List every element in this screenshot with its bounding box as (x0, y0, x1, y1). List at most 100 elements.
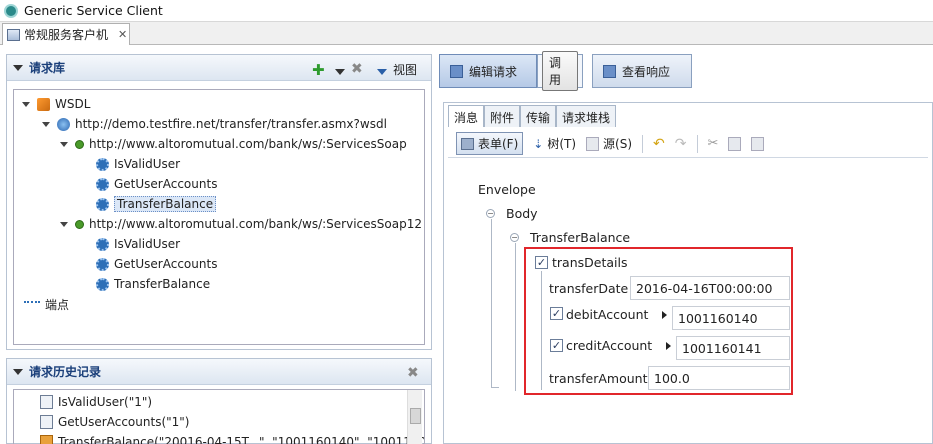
tree-label: TransferBalance (114, 196, 217, 212)
operation-icon (96, 237, 109, 251)
add-icon[interactable]: ✚ (312, 61, 325, 79)
tree-node-endpoints[interactable]: 端点 (24, 294, 69, 314)
tree-node-operation[interactable]: IsValidUser (96, 234, 180, 254)
source-icon (586, 136, 600, 151)
expand-icon[interactable] (22, 101, 30, 107)
step-view-response[interactable]: 查看响应 (592, 54, 692, 88)
expand-icon[interactable] (60, 221, 68, 227)
highlight-box (524, 247, 793, 395)
window-title: Generic Service Client (24, 3, 163, 18)
operation-icon (96, 177, 109, 191)
redo-icon[interactable]: ↷ (675, 136, 687, 152)
copy-icon[interactable] (728, 136, 742, 151)
form-view-button[interactable]: 表单(F) (456, 132, 524, 155)
tab-transport[interactable]: 传输 (520, 105, 557, 127)
history-list: IsValidUser("1") GetUserAccounts("1") Tr… (13, 389, 425, 444)
tree-label: GetUserAccounts (114, 257, 218, 271)
source-view-label: 源(S) (603, 137, 633, 151)
tree-label: WSDL (55, 97, 91, 111)
invoke-button[interactable]: 调用 (542, 51, 578, 91)
tree-label: TransferBalance (114, 277, 211, 291)
tab-attachments[interactable]: 附件 (484, 105, 521, 127)
operation-icon (96, 277, 109, 291)
endpoint-icon (24, 301, 40, 307)
history-label: GetUserAccounts("1") (58, 415, 190, 429)
toolbar-separator (642, 134, 644, 153)
tree-node-wsdl-url[interactable]: http://demo.testfire.net/transfer/transf… (42, 114, 387, 134)
step-edit-request[interactable]: 编辑请求 (439, 54, 537, 88)
service-icon (57, 117, 70, 131)
request-library-header: 请求库 ✚ ✖ 视图 (7, 55, 431, 81)
request-history-title: 请求历史记录 (29, 365, 102, 379)
operation-label: TransferBalance (530, 230, 631, 245)
expand-icon[interactable] (42, 121, 50, 127)
app-icon (4, 3, 18, 18)
delete-icon[interactable]: ✖ (407, 365, 419, 381)
tab-request-stack[interactable]: 请求堆栈 (556, 105, 617, 127)
tab-generic-service-client[interactable]: 常规服务客户机 ✕ (2, 23, 130, 45)
history-label: TransferBalance("20016-04-15T...", "1001… (58, 435, 425, 444)
client-icon (7, 28, 20, 41)
tree-node-operation[interactable]: GetUserAccounts (96, 254, 217, 274)
history-label: IsValidUser("1") (58, 395, 153, 409)
tree-label: http://demo.testfire.net/transfer/transf… (75, 117, 387, 131)
envelope-label: Envelope (478, 182, 536, 197)
delete-icon[interactable]: ✖ (351, 61, 363, 77)
window-titlebar: Generic Service Client (0, 0, 933, 22)
cut-icon[interactable]: ✂ (708, 136, 719, 151)
close-icon[interactable]: ✕ (118, 28, 127, 41)
tree-node-endpoint-soap12[interactable]: http://www.altoromutual.com/bank/ws/:Ser… (60, 214, 422, 234)
operation-icon (96, 197, 109, 211)
tree-view-label: 树(T) (547, 137, 577, 151)
view-toolbar: 表单(F) ⇣ 树(T) 源(S) ↶ ↷ ✂ (448, 130, 928, 158)
view-response-icon (603, 64, 616, 78)
tree-view-button[interactable]: ⇣ 树(T) (533, 135, 576, 152)
scrollbar-thumb[interactable] (410, 408, 421, 424)
error-request-icon (40, 435, 53, 444)
undo-icon[interactable]: ↶ (653, 136, 665, 152)
tree-label: 端点 (45, 297, 70, 312)
collapse-operation-icon[interactable]: − (510, 233, 519, 242)
tree-node-endpoint-soap[interactable]: http://www.altoromutual.com/bank/ws/:Ser… (60, 134, 407, 154)
tree-guide (491, 219, 492, 387)
view-menu-chevron-icon[interactable] (377, 69, 387, 75)
operation-icon (96, 157, 109, 171)
edit-request-icon (450, 64, 463, 78)
tree-guide (491, 387, 499, 388)
add-menu-chevron-icon[interactable] (335, 69, 345, 75)
toolbar-separator (696, 134, 698, 153)
request-icon (40, 395, 53, 409)
tree-label: http://www.altoromutual.com/bank/ws/:Ser… (89, 137, 407, 151)
editor-tabstrip: 常规服务客户机 ✕ (0, 22, 933, 45)
paste-icon[interactable] (751, 136, 765, 151)
tree-node-wsdl[interactable]: WSDL (22, 94, 90, 114)
form-icon (461, 137, 474, 150)
request-icon (40, 415, 53, 429)
request-history-header: 请求历史记录 ✖ (7, 359, 431, 385)
list-item[interactable]: IsValidUser("1") (40, 392, 152, 412)
collapse-body-icon[interactable]: − (486, 209, 495, 218)
request-history-panel: 请求历史记录 ✖ IsValidUser("1") GetUserAccount… (6, 358, 432, 444)
step-invoke[interactable]: 调用 (537, 51, 583, 91)
port-icon (75, 139, 84, 149)
tree-node-operation-selected[interactable]: TransferBalance (96, 194, 217, 214)
tree-icon: ⇣ (533, 136, 544, 151)
tree-node-operation[interactable]: TransferBalance (96, 274, 210, 294)
wsdl-icon (37, 97, 50, 111)
source-view-button[interactable]: 源(S) (586, 135, 632, 152)
expand-icon[interactable] (60, 141, 68, 147)
operation-icon (96, 257, 109, 271)
view-menu-label[interactable]: 视图 (393, 61, 417, 78)
body-label: Body (506, 206, 538, 221)
history-scrollbar[interactable] (407, 390, 422, 444)
tab-message[interactable]: 消息 (448, 105, 485, 127)
tree-label: GetUserAccounts (114, 177, 218, 191)
collapse-icon[interactable] (13, 64, 23, 71)
list-item[interactable]: GetUserAccounts("1") (40, 412, 189, 432)
tree-guide (515, 243, 516, 391)
tree-node-operation[interactable]: GetUserAccounts (96, 174, 217, 194)
tab-label: 常规服务客户机 (24, 28, 109, 42)
tree-node-operation[interactable]: IsValidUser (96, 154, 180, 174)
collapse-icon[interactable] (13, 368, 23, 375)
list-item[interactable]: TransferBalance("20016-04-15T...", "1001… (40, 432, 425, 444)
